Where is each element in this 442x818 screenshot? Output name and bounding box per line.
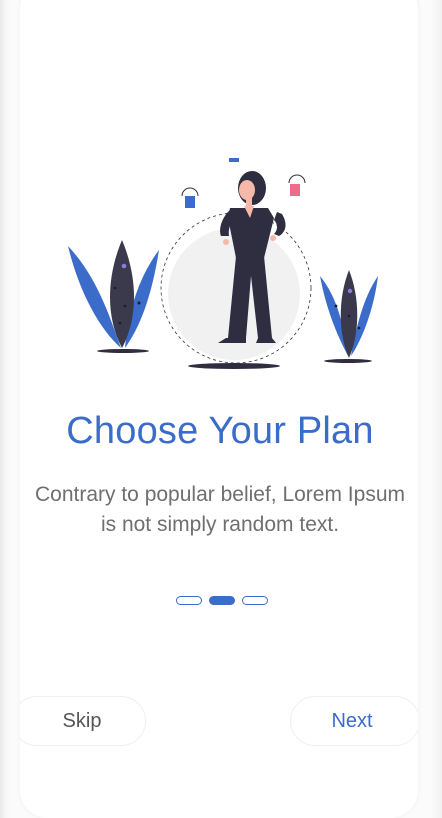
app-screen: Choose Your Plan Contrary to popular bel… — [20, 0, 418, 818]
pagination-dot-3[interactable] — [242, 596, 268, 605]
left-plant-icon — [68, 240, 159, 348]
device-frame: Choose Your Plan Contrary to popular bel… — [0, 0, 442, 818]
paint-bucket-blue-top-icon — [229, 158, 239, 162]
next-button-label: Next — [331, 709, 373, 732]
page-title: Choose Your Plan — [66, 410, 374, 452]
skip-button-label: Skip — [62, 709, 102, 732]
skip-button[interactable]: Skip — [20, 696, 146, 746]
right-plant-icon — [320, 270, 378, 358]
woman-with-paint-buckets-illustration — [68, 158, 378, 369]
pagination-dot-1[interactable] — [176, 596, 202, 605]
next-button[interactable]: Next — [290, 696, 418, 746]
pagination-dot-2[interactable] — [209, 596, 235, 605]
paint-bucket-blue-left-icon — [181, 187, 199, 208]
paint-bucket-pink-icon — [288, 174, 306, 196]
pagination-dots — [176, 596, 268, 606]
page-subtitle: Contrary to popular belief, Lorem Ipsum … — [34, 483, 405, 536]
